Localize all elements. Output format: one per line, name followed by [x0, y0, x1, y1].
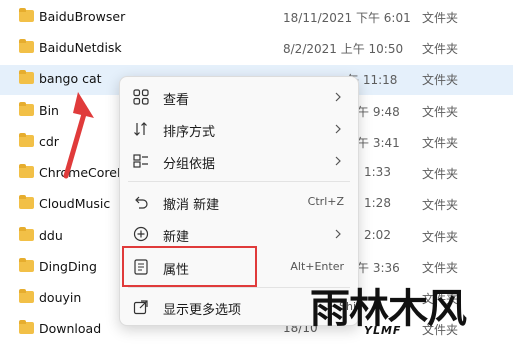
- file-name: douyin: [39, 290, 82, 305]
- file-name: cdr: [39, 134, 59, 149]
- file-name: ChromeCoreD: [39, 165, 121, 180]
- folder-icon: [19, 133, 34, 147]
- list-item[interactable]: BaiduBrowser 18/11/2021 下午 6:01 文件夹: [0, 3, 513, 33]
- folder-icon: [19, 258, 34, 272]
- chevron-right-icon: [335, 229, 341, 239]
- file-name: BaiduBrowser: [39, 9, 126, 24]
- file-type: 文件夹: [422, 42, 459, 56]
- menu-item-view[interactable]: 查看: [120, 81, 358, 113]
- properties-highlight-box: [122, 246, 257, 287]
- menu-item-label: 排序方式: [163, 125, 216, 140]
- chevron-right-icon: [335, 92, 341, 102]
- file-date: 午 3:41: [357, 136, 400, 150]
- folder-icon: [19, 39, 34, 53]
- menu-separator: [128, 181, 350, 182]
- folder-icon: [19, 164, 34, 178]
- shortcut-text: Ctrl+Z: [307, 195, 344, 208]
- folder-icon: [19, 195, 34, 209]
- menu-item-label: 分组依据: [163, 157, 216, 172]
- menu-item-label: 显示更多选项: [163, 303, 242, 318]
- file-date: 1:33: [364, 165, 391, 179]
- menu-item-label: 新建: [163, 230, 190, 245]
- folder-icon: [19, 102, 34, 116]
- more-options-icon: [133, 300, 148, 315]
- file-type: 文件夹: [422, 198, 459, 212]
- chevron-right-icon: [335, 156, 341, 166]
- folder-icon: [19, 70, 34, 84]
- watermark-logo: 雨林木风 YLMF: [306, 276, 511, 340]
- file-date: 午 9:48: [357, 105, 400, 119]
- menu-item-label: 撤消 新建: [163, 198, 220, 213]
- file-date: 午 3:36: [357, 261, 400, 275]
- file-date: 2:02: [364, 228, 391, 242]
- folder-icon: [19, 289, 34, 303]
- file-name: Bin: [39, 103, 59, 118]
- file-type: 文件夹: [422, 73, 459, 87]
- file-date: 1:28: [364, 196, 391, 210]
- file-name: bango cat: [39, 71, 102, 86]
- file-date: 18/11/2021 下午 6:01: [283, 11, 411, 25]
- undo-icon: [135, 196, 148, 209]
- file-name: BaiduNetdisk: [39, 40, 122, 55]
- file-type: 文件夹: [422, 230, 459, 244]
- new-plus-icon: [133, 226, 149, 242]
- file-date: 8/2/2021 上午 10:50: [283, 42, 404, 56]
- file-type: 文件夹: [422, 136, 459, 150]
- menu-item-group[interactable]: 分组依据: [120, 145, 358, 177]
- file-name: CloudMusic: [39, 196, 111, 211]
- file-type: 文件夹: [422, 11, 459, 25]
- chevron-right-icon: [335, 124, 341, 134]
- sort-icon: [134, 122, 147, 136]
- file-type: 文件夹: [422, 167, 459, 181]
- menu-item-label: 查看: [163, 93, 190, 108]
- grid-view-icon: [133, 89, 149, 105]
- folder-icon: [19, 227, 34, 241]
- watermark-sub: YLMF: [364, 324, 402, 337]
- file-type: 文件夹: [422, 105, 459, 119]
- folder-icon: [19, 320, 34, 334]
- menu-item-undo[interactable]: 撤消 新建 Ctrl+Z: [120, 186, 358, 218]
- list-item[interactable]: BaiduNetdisk 8/2/2021 上午 10:50 文件夹: [0, 34, 513, 64]
- group-icon: [133, 154, 148, 168]
- shortcut-text: Alt+Enter: [290, 260, 344, 273]
- folder-icon: [19, 8, 34, 22]
- file-name: Download: [39, 321, 102, 336]
- file-name: ddu: [39, 228, 63, 243]
- file-type: 文件夹: [422, 261, 459, 275]
- menu-item-sort[interactable]: 排序方式: [120, 113, 358, 145]
- file-name: DingDing: [39, 259, 97, 274]
